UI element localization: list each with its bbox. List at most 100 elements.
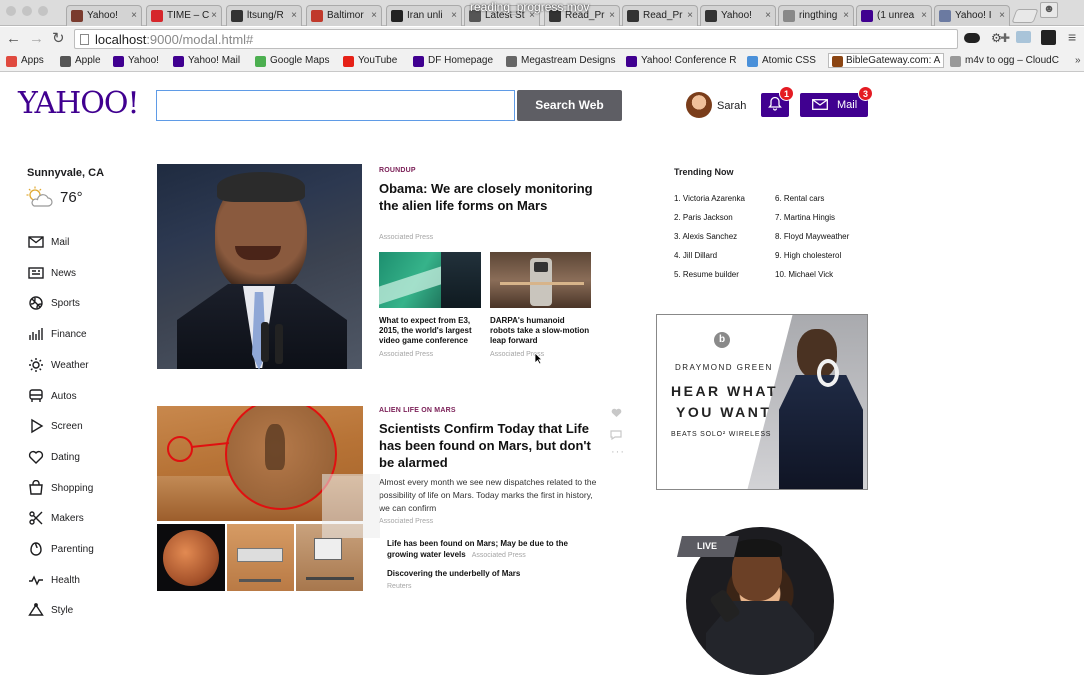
nav-item-dating[interactable]: Dating [27,449,137,469]
bookmark-item[interactable]: m4v to ogg – CloudC [950,55,1059,67]
tab-close-icon[interactable]: × [451,10,457,21]
nav-item-style[interactable]: Style [27,602,137,622]
profile-icon[interactable]: ☻ [1040,2,1058,18]
menu-icon[interactable]: ≡ [1068,29,1076,45]
window-close-button[interactable] [6,6,16,16]
address-bar[interactable]: localhost:9000/modal.html# [74,29,958,49]
search-web-button[interactable]: Search Web [517,90,622,121]
browser-tab[interactable]: TIME – C × [146,5,222,26]
story2-related-link[interactable]: Discovering the underbelly of Mars Reuter… [387,568,583,592]
new-tab-button[interactable] [1011,9,1039,23]
bookmark-item[interactable]: Atomic CSS [747,55,816,67]
browser-tab[interactable]: Yahoo! × [66,5,142,26]
nav-item-health[interactable]: Health [27,572,137,592]
story1-sub1-image[interactable] [379,252,481,308]
nav-item-sports[interactable]: Sports [27,295,137,315]
user-name[interactable]: Sarah [717,100,746,112]
bookmark-item[interactable]: Apps [6,55,44,67]
forward-icon[interactable]: → [29,30,44,47]
heart-icon[interactable] [611,408,622,418]
trending-item[interactable]: 1. Victoria Azarenka [674,194,745,203]
tab-label: Baltimor [327,10,364,21]
browser-tab[interactable]: Iran unli × [386,5,462,26]
beats-advertisement[interactable]: b DRAYMOND GREEN HEAR WHAT YOU WANT BEAT… [656,314,868,490]
nav-item-shopping[interactable]: Shopping [27,479,137,500]
trending-item[interactable]: 10. Michael Vick [775,270,833,279]
bookmark-icon [255,56,266,67]
browser-tab[interactable]: ringthing × [778,5,854,26]
browser-tab[interactable]: ltsung/R × [226,5,302,26]
tab-close-icon[interactable]: × [687,10,693,21]
story2-headline[interactable]: Scientists Confirm Today that Life has b… [379,420,597,471]
story2-thumb-planet[interactable] [157,524,225,591]
tab-favicon-icon [705,10,717,22]
trending-item[interactable]: 5. Resume builder [674,270,739,279]
comment-icon[interactable] [610,430,622,440]
avatar[interactable] [686,92,712,118]
tab-close-icon[interactable]: × [921,10,927,21]
bookmark-item[interactable]: DF Homepage [413,55,493,67]
bookmark-icon [113,56,124,67]
trending-item[interactable]: 4. Jill Dillard [674,251,717,260]
nav-item-parenting[interactable]: Parenting [27,541,137,561]
tab-close-icon[interactable]: × [371,10,377,21]
yahoo-logo[interactable]: YAHOO! [18,86,140,121]
story2-category[interactable]: ALIEN LIFE ON MARS [379,407,456,414]
browser-tab[interactable]: Baltimor × [306,5,382,26]
nav-item-makers[interactable]: Makers [27,510,137,530]
back-icon[interactable]: ← [6,30,21,47]
browser-tab[interactable]: Yahoo! I × [934,5,1010,26]
tab-close-icon[interactable]: × [843,10,849,21]
bookmark-item[interactable]: YouTube [343,55,397,67]
window-minimize-button[interactable] [22,6,32,16]
story2-thumb-rover1[interactable] [227,524,294,591]
extension-dark-icon[interactable] [1041,30,1056,45]
story1-image-obama[interactable] [157,164,362,369]
search-input[interactable] [156,90,515,121]
bookmark-item[interactable]: Yahoo! Conference R [626,55,736,67]
trending-item[interactable]: 8. Floyd Mayweather [775,232,849,241]
trending-item[interactable]: 3. Alexis Sanchez [674,232,737,241]
nav-item-weather[interactable]: Weather [27,357,137,377]
story2-related-link[interactable]: Life has been found on Mars; May be due … [387,538,583,561]
camera-icon[interactable] [1016,31,1031,43]
tab-label: Read_Pr [643,10,683,21]
bookmark-item[interactable]: BibleGateway.com: A [828,53,945,68]
story1-category[interactable]: ROUNDUP [379,167,416,174]
extension-tool-icon[interactable]: ✚ [1000,31,1010,45]
nav-item-finance[interactable]: Finance [27,326,137,346]
trending-item[interactable]: 6. Rental cars [775,194,824,203]
nav-item-news[interactable]: News [27,265,137,285]
tab-close-icon[interactable]: × [211,10,217,21]
bookmark-item[interactable]: Yahoo! Mail [173,55,240,67]
tab-close-icon[interactable]: × [765,10,771,21]
bookmark-item[interactable]: Google Maps [255,55,329,67]
nav-item-autos[interactable]: Autos [27,388,137,408]
weather-location[interactable]: Sunnyvale, CA [27,167,104,179]
story1-sub2-image[interactable] [490,252,591,308]
reload-icon[interactable]: ↻ [52,29,65,47]
story1-sub1-headline[interactable]: What to expect from E3, 2015, the world'… [379,316,481,346]
browser-tab[interactable]: Yahoo! × [700,5,776,26]
nav-item-mail[interactable]: Mail [27,234,137,254]
more-options-icon[interactable]: ··· [611,446,625,458]
bookmark-item[interactable]: Yahoo! [113,55,159,67]
trending-item[interactable]: 7. Martina Hingis [775,213,835,222]
story1-sub2-headline[interactable]: DARPA's humanoid robots take a slow-moti… [490,316,590,346]
tab-close-icon[interactable]: × [131,10,137,21]
story1-headline[interactable]: Obama: We are closely monitoring the ali… [379,180,607,214]
tab-close-icon[interactable]: × [999,10,1005,21]
bookmarks-overflow-icon[interactable]: » [1075,55,1081,66]
bookmark-item[interactable]: Megastream Designs [506,55,615,67]
style-icon [27,602,45,618]
window-maximize-button[interactable] [38,6,48,16]
trending-item[interactable]: 2. Paris Jackson [674,213,733,222]
tab-close-icon[interactable]: × [291,10,297,21]
trending-item[interactable]: 9. High cholesterol [775,251,841,260]
extension-mask-icon[interactable] [964,33,980,43]
bookmark-icon [747,56,758,67]
browser-tab[interactable]: (1 unrea × [856,5,932,26]
nav-item-screen[interactable]: Screen [27,418,137,438]
bookmark-item[interactable]: Apple [60,55,101,67]
recording-overlay-label: reading_progress.mov [470,0,590,14]
